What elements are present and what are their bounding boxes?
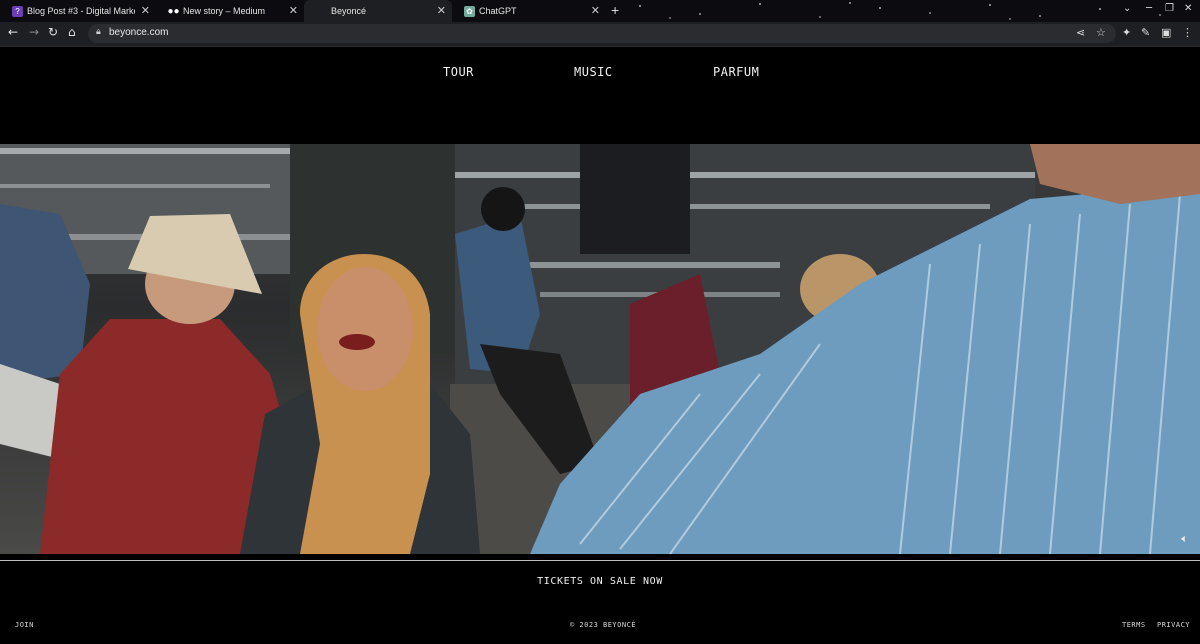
nav-parfum-link[interactable]: PARFUM xyxy=(713,65,759,79)
home-icon[interactable]: ⌂ xyxy=(68,25,76,39)
close-tab-icon[interactable]: ✕ xyxy=(141,4,150,17)
people-top-bleachers xyxy=(580,144,690,254)
browser-tab-bar: ? Blog Post #3 - Digital Marketing ✕ ●● … xyxy=(0,0,1200,22)
bleacher-rail xyxy=(0,148,290,154)
smile xyxy=(339,334,375,350)
tickets-label[interactable]: TICKETS ON SALE NOW xyxy=(537,576,663,587)
browser-toolbar: ← → ↻ ⌂ 🔒︎ beyonce.com ⋖ ☆ ✦ ✎ ▣ ⋮ xyxy=(0,22,1200,47)
close-tab-icon[interactable]: ✕ xyxy=(591,4,600,17)
forward-arrow-icon[interactable]: → xyxy=(29,25,39,39)
reload-icon[interactable]: ↻ xyxy=(48,25,58,39)
bookmark-star-icon[interactable]: ☆ xyxy=(1096,26,1106,39)
site-footer: JOIN © 2023 BEYONCÉ TERMS PRIVACY xyxy=(0,601,1200,644)
url-text[interactable]: beyonce.com xyxy=(109,27,168,38)
medium-dots-icon: ●● xyxy=(167,5,180,17)
tab-title: New story – Medium xyxy=(183,6,266,16)
tab-beyonce[interactable]: Beyoncé ✕ xyxy=(304,0,452,22)
close-tab-icon[interactable]: ✕ xyxy=(437,4,446,17)
bearded-chin xyxy=(1030,144,1200,204)
nav-music-link[interactable]: MUSIC xyxy=(574,65,613,79)
tab-medium[interactable]: ●● New story – Medium ✕ xyxy=(156,0,304,22)
back-arrow-icon[interactable]: ← xyxy=(8,25,18,39)
minimize-icon[interactable]: ─ xyxy=(1146,3,1152,14)
tab-title: Blog Post #3 - Digital Marketing xyxy=(27,6,135,16)
restore-icon[interactable]: ❐ xyxy=(1165,3,1174,14)
close-window-icon[interactable]: ✕ xyxy=(1184,3,1192,14)
nav-tour-link[interactable]: TOUR xyxy=(443,65,474,79)
lock-icon: 🔒︎ xyxy=(96,27,101,37)
blank-icon xyxy=(316,6,327,17)
tab-title: Beyoncé xyxy=(331,6,367,16)
copyright-text: © 2023 BEYONCÉ xyxy=(570,621,637,629)
profile-extension-icon[interactable]: ✎ xyxy=(1141,26,1150,39)
tab-blog-post[interactable]: ? Blog Post #3 - Digital Marketing ✕ xyxy=(0,0,156,22)
address-bar[interactable]: 🔒︎ beyonce.com ⋖ ☆ xyxy=(88,24,1116,43)
site-navigation: TOUR MUSIC PARFUM xyxy=(0,47,1200,144)
hero-video[interactable]: 🔈︎ xyxy=(0,144,1200,554)
new-tab-button[interactable]: + xyxy=(611,2,619,18)
bleacher-rail xyxy=(520,262,780,268)
share-icon[interactable]: ⋖ xyxy=(1076,26,1085,39)
close-tab-icon[interactable]: ✕ xyxy=(289,4,298,17)
tickets-banner[interactable]: TICKETS ON SALE NOW xyxy=(0,560,1200,602)
purple-square-icon: ? xyxy=(12,5,23,17)
side-panel-icon[interactable]: ▣ xyxy=(1161,26,1171,39)
head-middle xyxy=(481,187,525,231)
hero-video-still xyxy=(0,144,1200,554)
tab-search-chevron-icon[interactable]: ⌄ xyxy=(1123,3,1131,14)
tab-title: ChatGPT xyxy=(479,6,517,16)
menu-kebab-icon[interactable]: ⋮ xyxy=(1182,26,1193,39)
face-smiling xyxy=(317,267,413,391)
chatgpt-icon: ✿ xyxy=(464,5,475,17)
speaker-mute-icon[interactable]: 🔈︎ xyxy=(1181,532,1188,546)
extensions-puzzle-icon[interactable]: ✦ xyxy=(1122,26,1131,39)
privacy-link[interactable]: PRIVACY xyxy=(1157,621,1190,629)
bleacher-rail xyxy=(455,172,1035,178)
bleacher-rail xyxy=(0,184,270,188)
tab-chatgpt[interactable]: ✿ ChatGPT ✕ xyxy=(452,0,606,22)
join-link[interactable]: JOIN xyxy=(15,621,34,629)
terms-link[interactable]: TERMS xyxy=(1122,621,1146,629)
